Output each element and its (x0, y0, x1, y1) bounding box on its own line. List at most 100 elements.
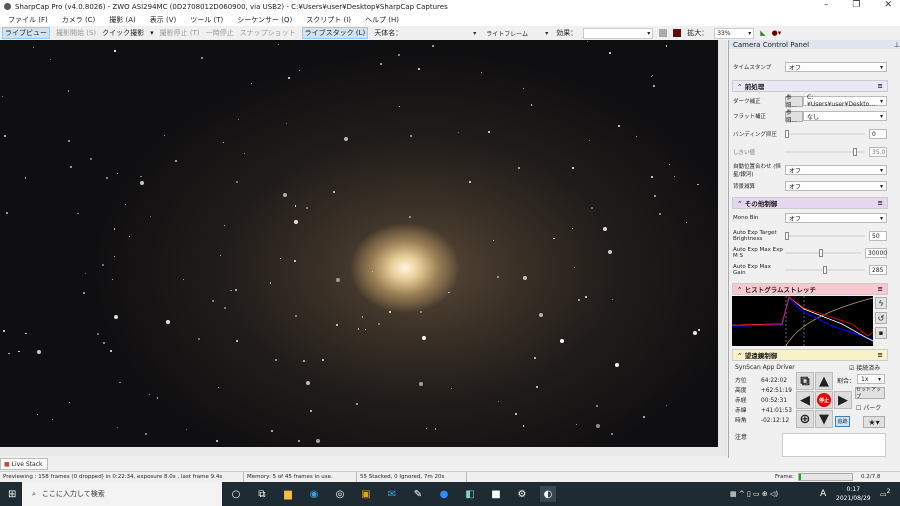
align-select[interactable]: オフ ▾ (785, 165, 887, 175)
star (222, 142, 224, 144)
connected-checkbox[interactable]: ☑ 接続済み (849, 363, 880, 372)
zoom-app-icon[interactable]: ● (436, 486, 452, 502)
banding-input[interactable]: 0 (869, 129, 887, 139)
banding-slider[interactable] (785, 129, 865, 139)
live-view-button[interactable]: ライブビュー (2, 27, 50, 39)
snapshot-button[interactable]: スナップショット (240, 28, 296, 38)
stop-capture-button[interactable]: 撮影停止 (T) (160, 28, 200, 38)
auto-exp-max-exp-slider[interactable] (785, 248, 861, 258)
auto-exp-max-gain-slider[interactable] (785, 265, 865, 275)
menu-icon[interactable]: ≡ (878, 199, 883, 207)
frame-type-select[interactable]: ライトフレーム ▾ (484, 28, 550, 39)
track-button[interactable]: 追跡 (835, 416, 850, 427)
auto-stretch-icon[interactable]: ϟ (875, 297, 887, 309)
mono-bin-select[interactable]: オフ ▾ (785, 213, 887, 223)
tab-live-stack[interactable]: ■ Live Stack (0, 458, 48, 470)
threshold-input[interactable]: 35.0 (869, 147, 887, 157)
app-icon[interactable]: ◎ (332, 486, 348, 502)
close-button[interactable]: ✕ (884, 0, 892, 10)
telescope-section-header[interactable]: ⌃ 望遠鏡制御 ≡ (732, 349, 888, 361)
dark-select[interactable]: C:¥Users¥user¥Deskto… ▾ (803, 94, 887, 108)
pause-button[interactable]: 一時停止 (206, 28, 234, 38)
menu-icon[interactable]: ≡ (878, 82, 883, 90)
app3-icon[interactable]: ■ (488, 486, 504, 502)
notes-input[interactable] (782, 433, 886, 457)
magnifier-icon[interactable]: ●▾ (772, 29, 782, 37)
crosshair-icon[interactable]: ⊕ (796, 410, 814, 428)
task-view-icon[interactable]: ⧉ (254, 486, 270, 502)
windows-start-icon[interactable]: ⊞ (8, 489, 16, 500)
histogram-section-header[interactable]: ⌃ ヒストグラムストレッチ ≡ (732, 283, 888, 295)
notification-icon[interactable]: ▭2 (880, 489, 890, 498)
threshold-slider[interactable] (785, 147, 865, 157)
menu-capture[interactable]: 撮影 (A) (109, 15, 135, 25)
taskbar-search[interactable]: ⌕ ここに入力して検索 (22, 482, 222, 506)
reset-icon[interactable]: ↺ (875, 312, 887, 324)
south-arrow-button[interactable]: ▼ (815, 410, 833, 428)
red-swatch-icon[interactable] (673, 29, 682, 37)
background-select[interactable]: オフ ▾ (785, 181, 887, 191)
star (111, 278, 113, 281)
viewer-horizontal-scrollbar[interactable] (0, 447, 727, 456)
cortana-icon[interactable]: ○ (228, 486, 244, 502)
timestamp-select[interactable]: オフ ▾ (785, 62, 887, 72)
minimize-button[interactable]: – (824, 0, 829, 10)
flat-browse-button[interactable]: 参照... (785, 110, 803, 124)
chevron-down-icon[interactable]: ▾ (150, 29, 154, 37)
edge-icon[interactable]: ◉ (306, 486, 322, 502)
quick-capture-button[interactable]: クイック撮影 (102, 28, 144, 38)
grey-swatch-icon[interactable] (659, 29, 668, 37)
favorites-star-icon[interactable]: ★▾ (863, 416, 885, 428)
auto-exp-max-exp-input[interactable]: 30000 (865, 248, 887, 258)
live-stack-button[interactable]: ライブスタック (L) (301, 27, 369, 39)
ime-indicator[interactable]: A (820, 489, 826, 499)
menu-help[interactable]: ヘルプ (H) (365, 15, 399, 25)
save-icon[interactable]: ▪ (875, 327, 887, 339)
menu-icon[interactable]: ≡ (878, 285, 883, 293)
setup-button[interactable]: セットアップ (855, 387, 885, 400)
auto-exp-target-input[interactable]: 50 (869, 231, 887, 241)
dark-browse-button[interactable]: 参照... (785, 95, 803, 109)
stop-button[interactable]: 停止 (815, 391, 833, 409)
preprocess-section-header[interactable]: ⌃ 前処理 ≡ (732, 80, 888, 92)
menu-scripting[interactable]: スクリプト (I) (306, 15, 351, 25)
auto-exp-target-slider[interactable] (785, 231, 865, 241)
system-tray-icons[interactable]: ▦ ^ ▯ ▭ ⊕ ◁) (730, 490, 778, 498)
panel-scrollbar[interactable] (890, 50, 900, 458)
settings-icon[interactable]: ⚙ (514, 486, 530, 502)
menu-view[interactable]: 表示 (V) (150, 15, 176, 25)
maximize-button[interactable]: ❐ (852, 0, 860, 10)
menu-tools[interactable]: ツール (T) (190, 15, 223, 25)
menu-icon[interactable]: ≡ (878, 351, 883, 359)
mail-icon[interactable]: ✉ (384, 486, 400, 502)
star (595, 404, 598, 407)
sharpcap-icon[interactable]: ◐ (540, 486, 556, 502)
menu-file[interactable]: ファイル (F) (8, 15, 48, 25)
viewer-vertical-scrollbar[interactable] (718, 40, 727, 447)
park-checkbox[interactable]: ☐ パーク (856, 403, 881, 412)
effect-select[interactable]: ▾ (583, 27, 654, 39)
histogram-icon[interactable]: ◣ (760, 29, 765, 37)
clock[interactable]: 0:17 2021/08/29 (836, 485, 871, 503)
paint-icon[interactable]: ✎ (410, 486, 426, 502)
flat-select[interactable]: なし ▾ (803, 111, 887, 121)
north-arrow-button[interactable]: ▲ (815, 372, 833, 390)
zoom-select[interactable]: 33% ▾ (714, 27, 755, 39)
menu-sequencer[interactable]: シーケンサー (Q) (237, 15, 292, 25)
start-capture-button[interactable]: 撮影開始 (S) (56, 28, 96, 38)
file-explorer-icon[interactable]: ▆ (280, 486, 296, 502)
histogram-chart[interactable] (732, 296, 873, 346)
east-arrow-button[interactable]: ▶ (834, 391, 852, 409)
goto-icon[interactable]: ⧉ (796, 372, 814, 390)
image-viewer[interactable] (0, 40, 727, 447)
menu-camera[interactable]: カメラ (C) (62, 15, 96, 25)
auto-exp-max-gain-input[interactable]: 285 (869, 265, 887, 275)
target-name-input[interactable]: ▾ (408, 28, 478, 39)
app2-icon[interactable]: ◧ (462, 486, 478, 502)
store-icon[interactable]: ▣ (358, 486, 374, 502)
pin-icon[interactable]: ⊥ (894, 41, 900, 49)
misc-section-header[interactable]: ⌃ その他制御 ≡ (732, 197, 888, 209)
west-arrow-button[interactable]: ◀ (796, 391, 814, 409)
frame-type-value: ライトフレーム (486, 30, 529, 38)
rate-select[interactable]: 1x ▾ (857, 374, 885, 384)
